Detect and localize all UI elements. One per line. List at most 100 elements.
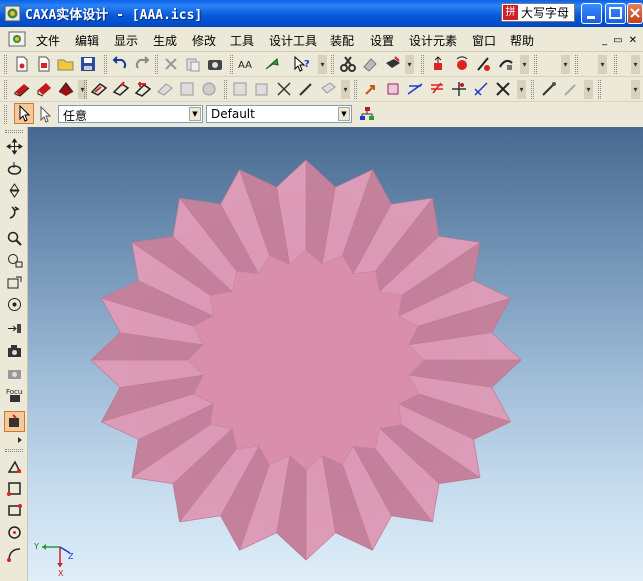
- select-mode-button[interactable]: [14, 103, 34, 124]
- eyedropper-icon[interactable]: [540, 80, 558, 98]
- measure-icon[interactable]: [275, 80, 293, 98]
- close-button[interactable]: [627, 3, 643, 24]
- toolbar-grip[interactable]: [155, 55, 158, 74]
- zoom-icon[interactable]: [6, 230, 23, 247]
- menu-window[interactable]: 窗口: [472, 32, 510, 49]
- toolbar-grip[interactable]: [5, 130, 23, 133]
- sketch-icon[interactable]: [384, 55, 402, 73]
- fillet-icon[interactable]: [90, 80, 108, 98]
- toolbar-grip[interactable]: [4, 105, 7, 124]
- menu-display[interactable]: 显示: [114, 32, 153, 49]
- edge-icon[interactable]: [406, 80, 424, 98]
- camera-icon[interactable]: [206, 55, 224, 73]
- toolbar-overflow-icon[interactable]: ▾: [631, 80, 640, 99]
- rect-three-icon[interactable]: [6, 502, 23, 519]
- caxa-app-icon[interactable]: [4, 5, 21, 22]
- zoom-window-icon[interactable]: [6, 252, 23, 269]
- shell-icon[interactable]: [134, 80, 152, 98]
- open-icon[interactable]: [57, 55, 75, 73]
- render-button[interactable]: [4, 411, 25, 432]
- mdi-close-icon[interactable]: ✕: [629, 35, 637, 46]
- loft-icon[interactable]: [475, 55, 493, 73]
- dropdown-arrow-icon[interactable]: ▼: [189, 107, 201, 121]
- eraser-icon[interactable]: [361, 55, 379, 73]
- toolbar-overflow-icon[interactable]: ▾: [561, 55, 570, 74]
- save-icon[interactable]: [79, 55, 97, 73]
- camera-icon[interactable]: [6, 342, 23, 359]
- toolbar-grip[interactable]: [331, 55, 334, 74]
- new-doc-icon[interactable]: [13, 55, 31, 73]
- sweep-solid-icon[interactable]: [200, 80, 218, 98]
- toolbar-grip[interactable]: [614, 55, 617, 74]
- delete-icon[interactable]: [494, 80, 512, 98]
- look-at-icon[interactable]: [6, 320, 23, 337]
- pen-icon[interactable]: [297, 80, 315, 98]
- chamfer-icon[interactable]: [112, 80, 130, 98]
- scheme-select[interactable]: Default ▼: [206, 105, 352, 123]
- redo-icon[interactable]: [133, 55, 151, 73]
- roll-icon[interactable]: [6, 204, 23, 221]
- toolbar-overflow-icon[interactable]: ▾: [598, 55, 607, 74]
- toolbar-grip[interactable]: [5, 449, 23, 452]
- minimize-button[interactable]: [581, 3, 602, 24]
- cone-red-icon[interactable]: [57, 80, 75, 98]
- toolbar-grip[interactable]: [104, 55, 107, 74]
- fluted-bowl-part[interactable]: [28, 127, 643, 581]
- toolbar-grip[interactable]: [4, 80, 7, 99]
- toolbar-grip[interactable]: [4, 55, 7, 74]
- toolbar-grip[interactable]: [421, 55, 424, 74]
- walk-icon[interactable]: [6, 182, 23, 199]
- box-red-icon[interactable]: [13, 80, 31, 98]
- copy-icon[interactable]: [162, 55, 180, 73]
- design-viewport[interactable]: [28, 127, 643, 581]
- arrow-orange-icon[interactable]: [362, 80, 380, 98]
- menu-assembly[interactable]: 装配: [330, 32, 370, 49]
- toolbar-overflow-icon[interactable]: ▾: [341, 80, 350, 99]
- toolbar-grip[interactable]: [354, 80, 357, 99]
- mdi-minimize-icon[interactable]: _: [602, 35, 607, 46]
- toolbar-overflow-icon[interactable]: ▾: [318, 55, 327, 74]
- dropdown-arrow-icon[interactable]: ▼: [338, 107, 350, 121]
- point-icon[interactable]: [384, 80, 402, 98]
- menu-tools[interactable]: 工具: [230, 32, 269, 49]
- menu-edit[interactable]: 编辑: [75, 32, 114, 49]
- toolbar-grip[interactable]: [575, 55, 578, 74]
- rotate-icon[interactable]: [453, 55, 471, 73]
- move-icon[interactable]: [6, 138, 23, 155]
- rotate-view-icon[interactable]: [6, 160, 23, 177]
- transform-icon[interactable]: [472, 80, 490, 98]
- toolbar-grip[interactable]: [230, 55, 233, 74]
- paint-icon[interactable]: [562, 80, 580, 98]
- toolbar-grip[interactable]: [534, 55, 537, 74]
- toolbar-overflow-icon[interactable]: ▾: [584, 80, 593, 99]
- green-arrow-icon[interactable]: [263, 55, 281, 73]
- new-drawing-icon[interactable]: [35, 55, 53, 73]
- camera-focus-icon[interactable]: Focus: [6, 386, 23, 403]
- toolbar-grip[interactable]: [84, 80, 87, 99]
- menu-file[interactable]: 文件: [36, 32, 75, 49]
- split-icon[interactable]: [178, 80, 196, 98]
- axis-icon[interactable]: [450, 80, 468, 98]
- arc-icon[interactable]: [6, 546, 23, 563]
- cylinder-red-icon[interactable]: [35, 80, 53, 98]
- toolbar-grip[interactable]: [531, 80, 534, 99]
- face-icon[interactable]: [428, 80, 446, 98]
- sweep-icon[interactable]: [497, 55, 515, 73]
- mdi-restore-icon[interactable]: ▭: [613, 35, 622, 46]
- menu-modify[interactable]: 修改: [192, 32, 230, 49]
- draft-icon[interactable]: [253, 80, 271, 98]
- wand-icon[interactable]: [319, 80, 337, 98]
- extrude-icon[interactable]: [430, 55, 448, 73]
- undo-icon[interactable]: [111, 55, 129, 73]
- menu-settings[interactable]: 设置: [370, 32, 409, 49]
- document-icon[interactable]: [8, 30, 28, 48]
- circle-icon[interactable]: [6, 524, 23, 541]
- toolbar-overflow-icon[interactable]: ▾: [405, 55, 414, 74]
- toolbar-grip[interactable]: [224, 80, 227, 99]
- pick-filter-select[interactable]: 任意 ▼: [58, 105, 203, 123]
- rectangle-icon[interactable]: [6, 480, 23, 497]
- pan-icon[interactable]: [6, 274, 23, 291]
- expand-arrow-icon[interactable]: [16, 436, 24, 444]
- hierarchy-icon[interactable]: [358, 105, 376, 123]
- find-icon[interactable]: AA: [237, 55, 255, 73]
